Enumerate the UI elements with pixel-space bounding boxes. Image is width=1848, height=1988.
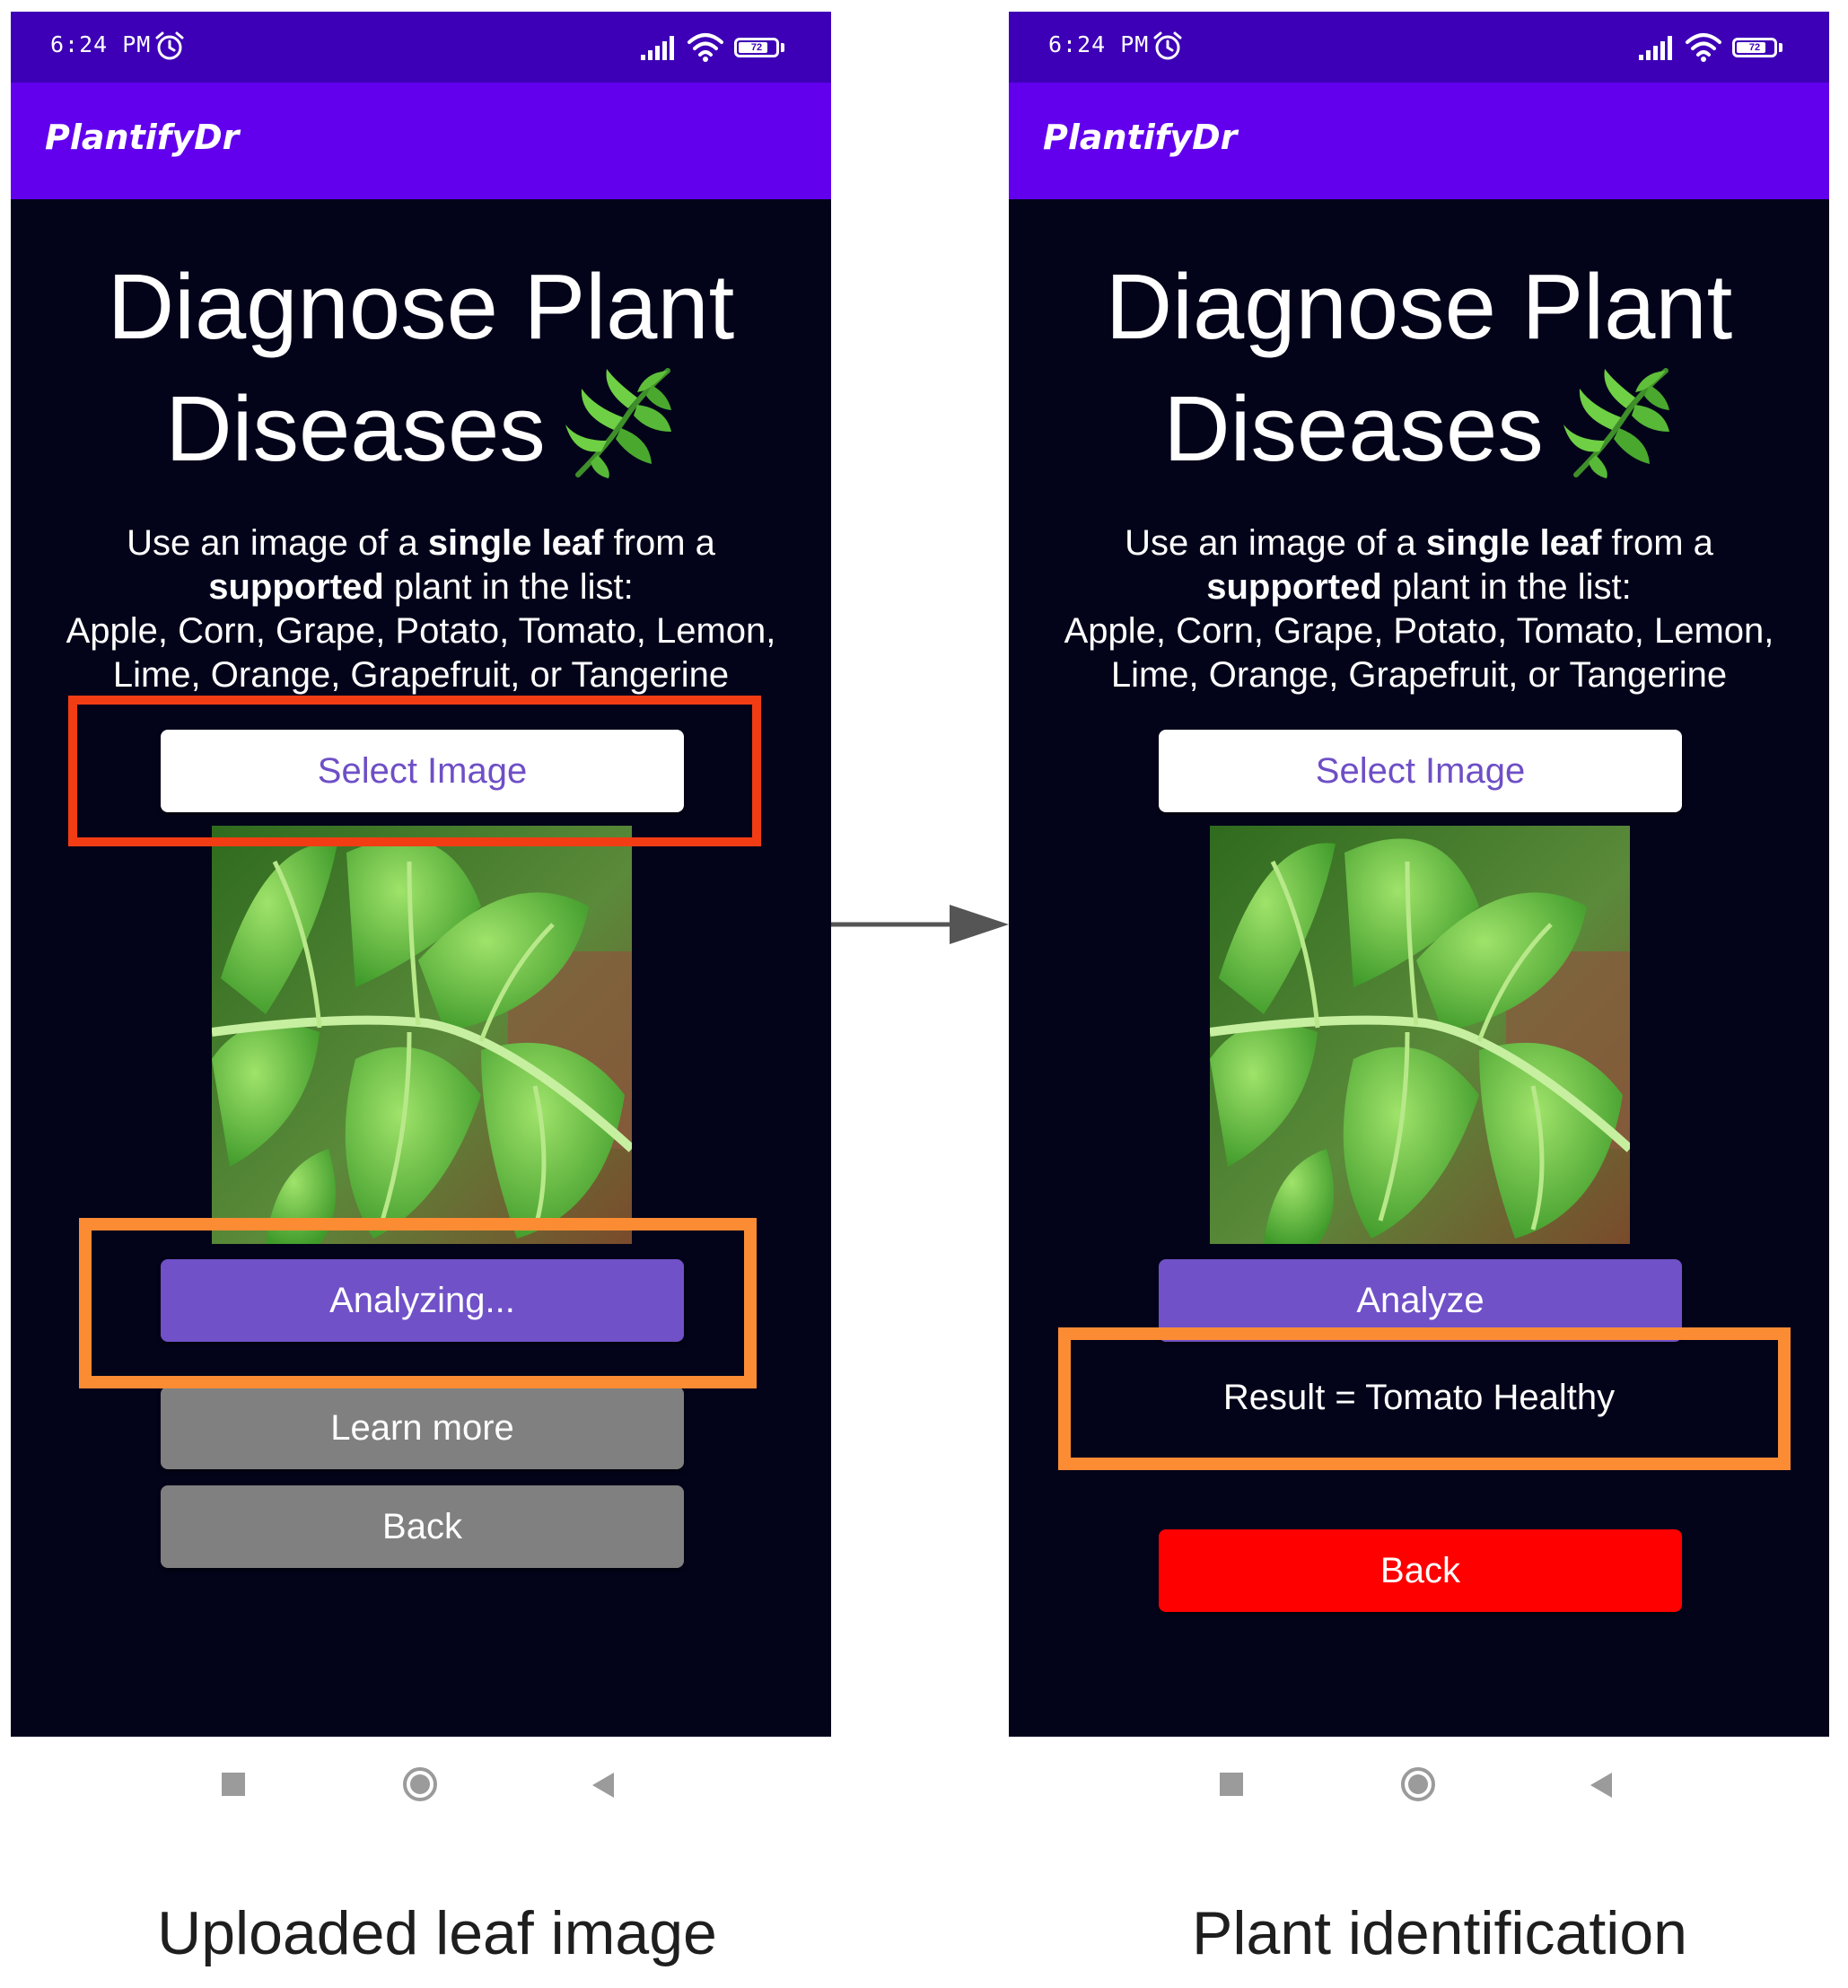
learn-more-button[interactable]: Learn more	[161, 1387, 684, 1469]
status-bar: 6:24 PM 72	[11, 12, 831, 83]
select-image-button[interactable]: Select Image	[1159, 730, 1682, 812]
analyzing-highlight	[79, 1218, 757, 1388]
page-title: Diagnose Plant Diseases	[11, 249, 831, 487]
circle-icon[interactable]	[1400, 1766, 1436, 1802]
triangle-back-icon[interactable]	[591, 1771, 616, 1800]
caption-uploaded: Uploaded leaf image	[157, 1899, 717, 1967]
instr-text: from a	[603, 523, 715, 563]
square-icon[interactable]	[222, 1773, 245, 1796]
instructions: Use an image of a single leaf from a sup…	[1009, 521, 1829, 697]
instructions: Use an image of a single leaf from a sup…	[11, 521, 831, 697]
instructions-line4: Lime, Orange, Grapefruit, or Tangerine	[112, 655, 730, 695]
herb-leaf-icon	[1563, 368, 1669, 478]
instr-text: plant in the list:	[383, 567, 634, 607]
page-title-line1: Diagnose Plant	[107, 255, 735, 358]
battery-level: 72	[1748, 42, 1761, 53]
alarm-icon	[155, 31, 184, 60]
instr-text: from a	[1601, 523, 1713, 563]
app-bar: PlantifyDr	[1009, 83, 1829, 199]
instructions-line2: supported plant in the list:	[1009, 565, 1829, 609]
wifi-icon	[688, 33, 723, 62]
page-title-line1: Diagnose Plant	[1105, 255, 1733, 358]
signal-icon	[1639, 36, 1672, 60]
instructions-line4: Lime, Orange, Grapefruit, or Tangerine	[1110, 655, 1728, 695]
page-title-line2-wrap: Diseases	[1009, 365, 1829, 487]
instructions-line3: Apple, Corn, Grape, Potato, Tomato, Lemo…	[1064, 611, 1774, 651]
signal-icon	[641, 36, 674, 60]
instr-bold: supported	[1206, 567, 1382, 607]
circle-icon[interactable]	[402, 1766, 438, 1802]
select-image-highlight	[68, 696, 761, 846]
battery-icon: 72	[1732, 38, 1777, 57]
navigation-bar	[1009, 1737, 1829, 1835]
instructions-line1: Use an image of a single leaf from a	[11, 521, 831, 565]
wifi-icon	[1686, 33, 1721, 62]
instr-bold: single leaf	[1425, 523, 1602, 563]
page-title-line2: Diseases	[1163, 377, 1544, 480]
instr-text: Use an image of a	[1125, 523, 1426, 563]
app-bar: PlantifyDr	[11, 83, 831, 199]
instr-bold: single leaf	[427, 523, 604, 563]
back-button[interactable]: Back	[1159, 1529, 1682, 1612]
status-time: 6:24 PM	[50, 31, 152, 57]
page-title: Diagnose Plant Diseases	[1009, 249, 1829, 487]
app-title: PlantifyDr	[45, 118, 240, 157]
instructions-line3: Apple, Corn, Grape, Potato, Tomato, Lemo…	[66, 611, 776, 651]
page-title-line2-wrap: Diseases	[11, 365, 831, 487]
status-bar: 6:24 PM 72	[1009, 12, 1829, 83]
flow-arrow-icon	[831, 905, 1009, 944]
battery-tip	[1779, 43, 1782, 52]
instr-text: plant in the list:	[1381, 567, 1632, 607]
result-highlight	[1058, 1327, 1791, 1470]
page-title-line2: Diseases	[165, 377, 546, 480]
herb-leaf-icon	[565, 368, 671, 478]
navigation-bar	[11, 1737, 831, 1835]
square-icon[interactable]	[1220, 1773, 1243, 1796]
leaf-photo	[212, 826, 632, 1244]
instructions-line2: supported plant in the list:	[11, 565, 831, 609]
phone-screen-identification: 6:24 PM 72 PlantifyDr Diagnose Plant Dis…	[1009, 12, 1829, 1737]
phone-screen-uploaded: 6:24 PM 72 PlantifyDr Diagnose Plant Dis…	[11, 12, 831, 1737]
battery-icon: 72	[734, 38, 779, 57]
instr-bold: supported	[208, 567, 384, 607]
status-time: 6:24 PM	[1048, 31, 1150, 57]
triangle-back-icon[interactable]	[1589, 1771, 1614, 1800]
caption-identification: Plant identification	[1192, 1899, 1687, 1967]
battery-level: 72	[750, 42, 763, 53]
instructions-line1: Use an image of a single leaf from a	[1009, 521, 1829, 565]
alarm-icon	[1153, 31, 1182, 60]
instr-text: Use an image of a	[127, 523, 428, 563]
back-button[interactable]: Back	[161, 1485, 684, 1568]
app-title: PlantifyDr	[1043, 118, 1238, 157]
battery-tip	[781, 43, 784, 52]
leaf-photo	[1210, 826, 1630, 1244]
